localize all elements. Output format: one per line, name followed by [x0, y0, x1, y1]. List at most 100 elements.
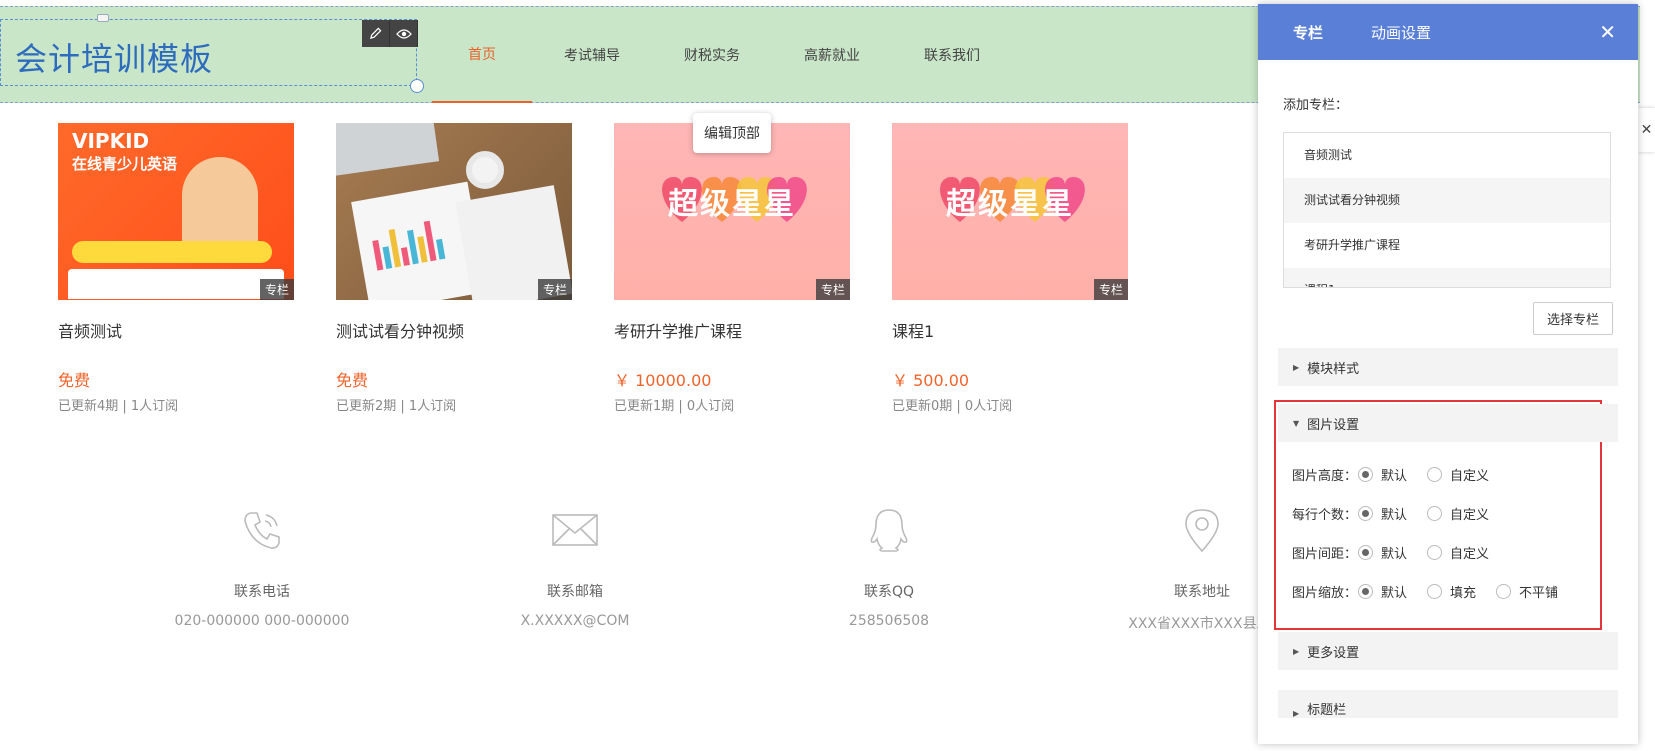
- contact-label: 联系电话: [234, 584, 290, 600]
- tab-column[interactable]: 专栏: [1293, 22, 1323, 43]
- side-close-icon[interactable]: ✕: [1638, 108, 1655, 152]
- column-list[interactable]: 音频测试 测试试看分钟视频 考研升学推广课程 课程1: [1283, 132, 1611, 288]
- course-price: ￥ 500.00: [892, 371, 970, 390]
- option-image-scale: 图片缩放： 默认 填充 不平铺: [1292, 581, 1578, 601]
- phone-icon: [244, 512, 280, 549]
- column-tag: 专栏: [1093, 279, 1128, 300]
- nav-jobs[interactable]: 高薪就业: [772, 7, 892, 103]
- course-thumbnail[interactable]: 专栏: [336, 123, 572, 300]
- course-title[interactable]: 测试试看分钟视频: [336, 318, 572, 342]
- laptop-illustration: [336, 123, 440, 177]
- course-thumbnail[interactable]: 超级星星 专栏: [892, 123, 1128, 300]
- course-meta: 已更新2期 | 1人订阅: [336, 399, 457, 414]
- banner-subtext: 在线青少儿英语: [72, 155, 178, 173]
- list-item[interactable]: 测试试看分钟视频: [1284, 178, 1610, 223]
- radio-default[interactable]: 默认: [1358, 504, 1407, 523]
- qq-icon: [870, 509, 908, 552]
- course-thumbnail[interactable]: VIPKID 在线青少儿英语 专栏: [58, 123, 294, 300]
- radio-no-tile[interactable]: 不平铺: [1496, 582, 1558, 601]
- course-card[interactable]: 超级星星 专栏 考研升学推广课程 ￥ 10000.00 已更新1期 | 0人订阅: [614, 123, 850, 414]
- section-module-style[interactable]: ▶ 模块样式: [1278, 348, 1618, 386]
- radio-default[interactable]: 默认: [1358, 543, 1407, 562]
- caret-right-icon: ▶: [1293, 709, 1300, 718]
- section-label: 标题栏: [1307, 703, 1347, 718]
- caret-down-icon: ▼: [1293, 418, 1300, 428]
- close-icon[interactable]: ✕: [1599, 20, 1616, 44]
- column-tag: 专栏: [815, 279, 850, 300]
- course-title[interactable]: 课程1: [892, 318, 1128, 342]
- list-item[interactable]: 考研升学推广课程: [1284, 223, 1610, 268]
- choose-column-button[interactable]: 选择专栏: [1533, 302, 1613, 335]
- option-image-spacing: 图片间距： 默认 自定义: [1292, 542, 1509, 562]
- promo-footer: [68, 269, 284, 299]
- logo-selection-box[interactable]: 会计培训模板: [0, 14, 424, 93]
- option-label: 图片间距：: [1292, 546, 1358, 562]
- mail-icon: [552, 514, 598, 546]
- option-label: 图片高度：: [1292, 468, 1358, 484]
- column-tag: 专栏: [259, 279, 294, 300]
- course-price: 免费: [336, 371, 369, 390]
- list-item[interactable]: 音频测试: [1284, 133, 1610, 178]
- contact-email: 联系邮箱 X.XXXXX@COM: [475, 505, 675, 629]
- caret-right-icon: ▶: [1293, 362, 1300, 372]
- radio-fill[interactable]: 填充: [1427, 582, 1476, 601]
- course-meta: 已更新1期 | 0人订阅: [614, 399, 735, 414]
- course-price: ￥ 10000.00: [614, 371, 712, 390]
- section-title-bar[interactable]: ▶ 标题栏: [1278, 690, 1618, 718]
- settings-panel: 专栏 动画设置 ✕ 添加专栏： 音频测试 测试试看分钟视频 考研升学推广课程 课…: [1258, 4, 1638, 744]
- radio-default[interactable]: 默认: [1358, 465, 1407, 484]
- contact-label: 联系邮箱: [547, 584, 603, 600]
- location-icon: [1185, 509, 1219, 553]
- column-tag: 专栏: [537, 279, 572, 300]
- section-label: 更多设置: [1307, 645, 1360, 661]
- edit-header-tooltip[interactable]: 编辑顶部: [693, 113, 771, 153]
- radio-default[interactable]: 默认: [1358, 582, 1407, 601]
- main-nav: 首页 考试辅导 财税实务 高薪就业 联系我们: [432, 7, 1012, 103]
- logo-toolbar: [362, 20, 418, 47]
- option-image-height: 图片高度： 默认 自定义: [1292, 464, 1509, 484]
- resize-handle-top[interactable]: [97, 14, 109, 22]
- contact-phone: 联系电话 020-000000 000-000000: [162, 505, 362, 629]
- section-image-settings[interactable]: ▼ 图片设置: [1278, 404, 1618, 442]
- nav-tax[interactable]: 财税实务: [652, 7, 772, 103]
- radio-custom[interactable]: 自定义: [1427, 543, 1489, 562]
- section-label: 模块样式: [1307, 361, 1360, 377]
- course-meta: 已更新0期 | 0人订阅: [892, 399, 1013, 414]
- add-column-label: 添加专栏：: [1283, 98, 1349, 113]
- course-meta: 已更新4期 | 1人订阅: [58, 399, 179, 414]
- course-card[interactable]: VIPKID 在线青少儿英语 专栏 音频测试 免费 已更新4期 | 1人订阅: [58, 123, 294, 414]
- section-label: 图片设置: [1307, 417, 1360, 433]
- contact-label: 联系QQ: [863, 584, 915, 600]
- preview-eye-icon[interactable]: [390, 20, 418, 47]
- section-more-settings[interactable]: ▶ 更多设置: [1278, 632, 1618, 670]
- contact-value: X.XXXXX@COM: [520, 613, 630, 629]
- promo-strip: [72, 241, 272, 263]
- contact-value: 020-000000 000-000000: [174, 613, 350, 629]
- resize-handle-corner[interactable]: [410, 79, 424, 93]
- banner-text: 超级星星: [946, 187, 1074, 222]
- panel-header: 专栏 动画设置: [1258, 4, 1638, 60]
- contact-value: 258506508: [848, 613, 930, 629]
- option-label: 每行个数：: [1292, 507, 1358, 523]
- course-card[interactable]: 超级星星 专栏 课程1 ￥ 500.00 已更新0期 | 0人订阅: [892, 123, 1128, 414]
- option-label: 图片缩放：: [1292, 585, 1358, 601]
- banner-text: 超级星星: [668, 187, 796, 222]
- course-title[interactable]: 考研升学推广课程: [614, 318, 850, 342]
- list-item[interactable]: 课程1: [1284, 268, 1610, 287]
- course-title[interactable]: 音频测试: [58, 318, 294, 342]
- nav-home[interactable]: 首页: [432, 7, 532, 103]
- nav-contact[interactable]: 联系我们: [892, 7, 1012, 103]
- radio-custom[interactable]: 自定义: [1427, 504, 1489, 523]
- edit-pencil-icon[interactable]: [362, 20, 390, 47]
- tab-animation[interactable]: 动画设置: [1371, 22, 1431, 43]
- radio-custom[interactable]: 自定义: [1427, 465, 1489, 484]
- nav-exam[interactable]: 考试辅导: [532, 7, 652, 103]
- option-per-row: 每行个数： 默认 自定义: [1292, 503, 1509, 523]
- contact-qq: 联系QQ 258506508: [789, 505, 989, 629]
- course-price: 免费: [58, 371, 91, 390]
- course-card[interactable]: 专栏 测试试看分钟视频 免费 已更新2期 | 1人订阅: [336, 123, 572, 414]
- caret-right-icon: ▶: [1293, 646, 1300, 656]
- editor-stage: 会计培训模板 首页 考试辅导 财税实务 高薪就业 联系我们 VIPKID 在线青…: [0, 0, 1655, 751]
- banner-text: VIPKID: [72, 129, 150, 153]
- coffee-illustration: [466, 151, 504, 189]
